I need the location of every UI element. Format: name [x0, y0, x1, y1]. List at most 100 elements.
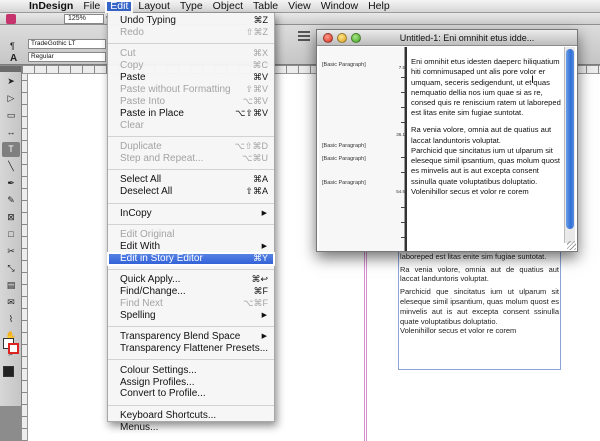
character-formatting-icon[interactable]: A [10, 53, 17, 64]
menu-item-label: Duplicate [120, 141, 162, 153]
menu-item-label: Spelling [120, 310, 156, 321]
menu-shortcut: ⌥⇧⌘D [234, 141, 268, 152]
story-editor-window[interactable]: Untitled-1: Eni omnihit etus idde... [Ba… [316, 29, 578, 252]
menu-file[interactable]: File [78, 0, 105, 13]
menu-item-label: Redo [120, 26, 144, 38]
menu-item-label: Step and Repeat... [120, 153, 204, 165]
font-family-field[interactable]: TradeGothic LT [28, 39, 106, 49]
gap-tool-icon[interactable]: ↔ [2, 125, 20, 140]
stroke-swatch[interactable] [8, 343, 19, 354]
menu-item-paste-without-formatting: Paste without Formatting ⇧⌘V [108, 84, 274, 96]
menu-item-edit-with[interactable]: Edit With ▶ [108, 241, 274, 253]
menu-item-label: Paste in Place [120, 107, 184, 119]
gradient-tool-icon[interactable]: ▤ [2, 278, 20, 293]
menu-item-quick-apply[interactable]: Quick Apply... ⌘↩ [108, 274, 274, 286]
menu-item-label: Clear [120, 119, 144, 131]
layout-paragraph: Ra venia volore, omnia aut de quatius au… [400, 264, 559, 284]
story-paragraph: Volenihillor secus et volor re corem [411, 187, 529, 197]
menu-window[interactable]: Window [316, 0, 363, 13]
menu-item-cut: Cut ⌘X [108, 48, 274, 60]
layout-paragraph: Parchicid que sincitatus ium ut ulparum … [400, 287, 559, 326]
story-paragraph: Parchicid que sincitatus ium ut ulparum … [411, 145, 560, 186]
menu-layout[interactable]: Layout [133, 0, 175, 13]
menu-table[interactable]: Table [248, 0, 283, 13]
menu-item-paste-in-place[interactable]: Paste in Place ⌥⇧⌘V [108, 108, 274, 120]
menu-separator [108, 326, 274, 328]
menu-item-label: Quick Apply... [120, 274, 181, 286]
menu-separator [108, 223, 274, 225]
menu-item-assign-profiles[interactable]: Assign Profiles... [108, 377, 274, 389]
menu-item-convert-to-profile[interactable]: Convert to Profile... [108, 388, 274, 400]
menu-edit[interactable]: Edit [105, 0, 134, 13]
selection-tool-icon[interactable]: ➤ [2, 74, 20, 89]
menu-separator [108, 136, 274, 137]
minimize-window-icon[interactable] [337, 33, 347, 43]
menu-item-label: Cut [120, 48, 136, 60]
menu-item-label: Edit With [120, 240, 161, 252]
eyedropper-tool-icon[interactable]: ⌇ [2, 312, 20, 327]
menu-item-transparency-flattener-presets[interactable]: Transparency Flattener Presets... [108, 343, 274, 355]
normal-view-icon[interactable] [3, 366, 14, 377]
free-transform-tool-icon[interactable]: ⤡ [2, 261, 20, 276]
align-left-icon[interactable] [298, 31, 310, 43]
menu-item-select-all[interactable]: Select All ⌘A [108, 174, 274, 186]
submenu-arrow-icon: ▶ [261, 312, 267, 319]
menu-item-label: Deselect All [120, 186, 173, 198]
menu-item-undo-typing[interactable]: Undo Typing ⌘Z [108, 15, 274, 27]
close-window-icon[interactable] [323, 33, 333, 43]
line-tool-icon[interactable]: ╲ [2, 159, 20, 174]
menu-item-keyboard-shortcuts[interactable]: Keyboard Shortcuts... [108, 410, 274, 422]
story-text[interactable]: Eni omnihit etus idesten daeperc hiliqua… [411, 57, 561, 204]
story-paragraph: Ra venia volore, omnia aut de quatius au… [411, 125, 552, 145]
menu-item-label: Find Next [120, 298, 163, 310]
menu-separator [108, 359, 274, 361]
scrollbar-thumb[interactable] [566, 49, 574, 229]
menu-item-colour-settings[interactable]: Colour Settings... [108, 365, 274, 377]
font-style-field[interactable]: Regular [28, 52, 106, 62]
menu-help[interactable]: Help [363, 0, 395, 13]
menu-item-menus[interactable]: Menus... [108, 422, 274, 434]
menu-type[interactable]: Type [175, 0, 208, 13]
pen-tool-icon[interactable]: ✒ [2, 176, 20, 191]
direct-selection-tool-icon[interactable]: ▷ [2, 91, 20, 106]
layout-text[interactable]: si as re, consed quis re reniscium ratem… [400, 242, 559, 339]
menu-object[interactable]: Object [208, 0, 248, 13]
rectangle-frame-tool-icon[interactable]: ⊠ [2, 210, 20, 225]
note-tool-icon[interactable]: ✉ [2, 295, 20, 310]
page-tool-icon[interactable]: ▭ [2, 108, 20, 123]
menu-item-step-and-repeat: Step and Repeat... ⌥⌘U [108, 153, 274, 165]
menu-item-label: Copy [120, 60, 144, 72]
vertical-scrollbar[interactable] [564, 47, 575, 243]
rectangle-tool-icon[interactable]: □ [2, 227, 20, 242]
pencil-tool-icon[interactable]: ✎ [2, 193, 20, 208]
menu-item-transparency-blend-space[interactable]: Transparency Blend Space ▶ [108, 331, 274, 343]
application-bar: 125% ▾ [0, 13, 600, 25]
menu-shortcut: ⇧⌘A [245, 186, 268, 197]
menu-item-deselect-all[interactable]: Deselect All ⇧⌘A [108, 186, 274, 198]
menu-separator [108, 404, 274, 406]
menu-item-find-change[interactable]: Find/Change... ⌘F [108, 286, 274, 298]
story-paragraph: Eni omnihit etus idesten daeperc hiliqua… [411, 57, 561, 118]
paragraph-formatting-icon[interactable]: ¶ [10, 41, 15, 51]
menu-item-clear: Clear [108, 120, 274, 132]
zoom-window-icon[interactable] [351, 33, 361, 43]
layout-paragraph: Volenihillor secus et volor re corem [400, 326, 517, 336]
type-tool-icon[interactable]: T [2, 142, 20, 157]
scissors-tool-icon[interactable]: ✂ [2, 244, 20, 259]
menu-shortcut: ⌘F [253, 286, 269, 297]
vertical-ruler[interactable] [22, 74, 28, 441]
edit-menu-dropdown: Undo Typing ⌘Z Redo ⇧⌘Z Cut ⌘X Copy ⌘C Paste ⌘V Pa… [107, 13, 275, 433]
story-editor-titlebar[interactable]: Untitled-1: Eni omnihit etus idde... [317, 30, 577, 46]
menu-view[interactable]: View [283, 0, 316, 13]
menu-item-edit-in-story-editor[interactable]: Edit in Story Editor ⌘Y [107, 251, 275, 266]
menu-item-paste[interactable]: Paste ⌘V [108, 72, 274, 84]
menu-item-edit-original: Edit Original [108, 229, 274, 241]
menu-item-spelling[interactable]: Spelling ▶ [108, 310, 274, 322]
resize-grip-icon[interactable] [567, 241, 576, 250]
menu-item-incopy[interactable]: InCopy ▶ [108, 208, 274, 220]
zoom-level-field[interactable]: 125% [64, 14, 104, 24]
menu-item-label: Select All [120, 174, 162, 186]
paragraph-style-column: [Basic Paragraph] [Basic Paragraph] [Bas… [319, 47, 407, 251]
panel-grip[interactable] [0, 66, 21, 72]
menu-indesign[interactable]: InDesign [24, 0, 78, 13]
